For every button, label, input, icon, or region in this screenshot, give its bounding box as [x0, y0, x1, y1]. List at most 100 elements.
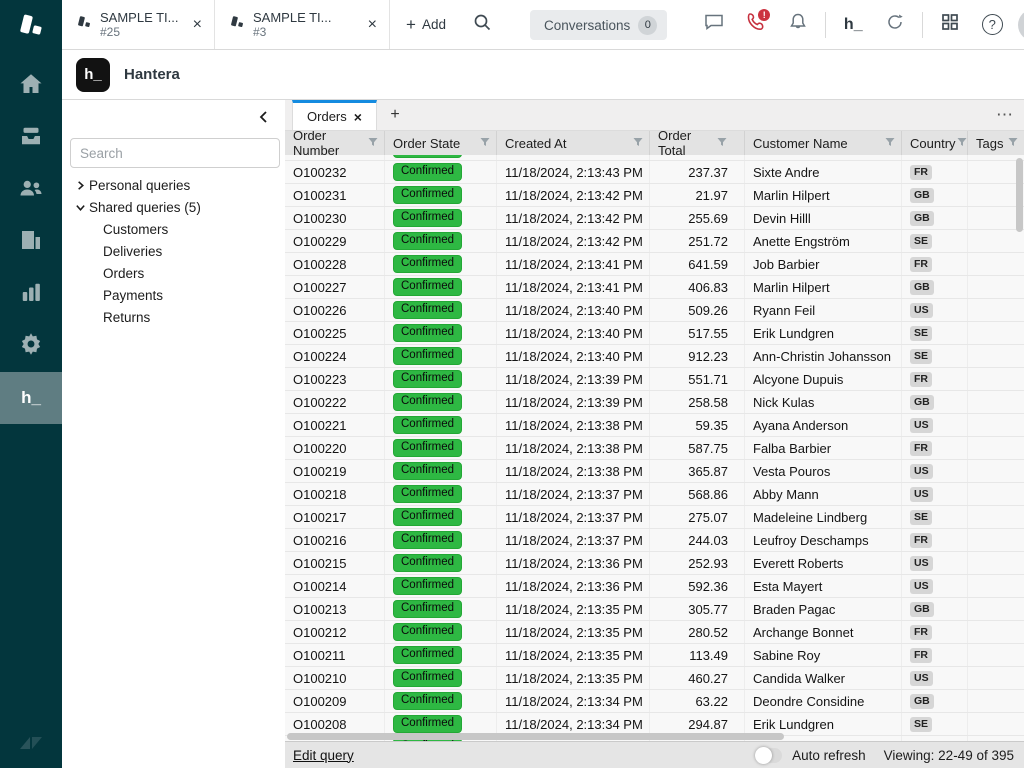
- cell-created-at: 11/18/2024, 2:13:38 PM: [497, 414, 650, 436]
- filter-icon[interactable]: [884, 136, 896, 151]
- filter-icon[interactable]: [716, 136, 728, 151]
- table-row[interactable]: O100223Confirmed11/18/2024, 2:13:39 PM55…: [285, 368, 1024, 391]
- search-button[interactable]: [462, 0, 502, 49]
- notifications-button[interactable]: [779, 0, 817, 50]
- table-row[interactable]: O100215Confirmed11/18/2024, 2:13:36 PM25…: [285, 552, 1024, 575]
- table-row[interactable]: O100216Confirmed11/18/2024, 2:13:37 PM24…: [285, 529, 1024, 552]
- cell-order-total: 406.83: [650, 276, 745, 298]
- state-badge: Confirmed: [393, 485, 462, 503]
- horizontal-scrollbar[interactable]: [287, 733, 784, 740]
- table-row[interactable]: O100212Confirmed11/18/2024, 2:13:35 PM28…: [285, 621, 1024, 644]
- sidebar-item-orders[interactable]: Orders: [62, 262, 285, 284]
- cell-customer-name: Marlin Hilpert: [745, 184, 902, 206]
- rail-views-button[interactable]: [0, 112, 62, 164]
- cell-customer-name: Candida Walker: [745, 667, 902, 689]
- table-row[interactable]: O100224Confirmed11/18/2024, 2:13:40 PM91…: [285, 345, 1024, 368]
- sidebar-item-returns[interactable]: Returns: [62, 306, 285, 328]
- table-row[interactable]: O100209Confirmed11/18/2024, 2:13:34 PM63…: [285, 690, 1024, 713]
- filter-icon[interactable]: [632, 136, 644, 151]
- tree-shared-queries[interactable]: Shared queries (5): [62, 196, 285, 218]
- column-header-country[interactable]: Country: [902, 131, 968, 155]
- cell-customer-name: Esta Mayert: [745, 575, 902, 597]
- sidebar-item-deliveries[interactable]: Deliveries: [62, 240, 285, 262]
- table-row[interactable]: O100218Confirmed11/18/2024, 2:13:37 PM56…: [285, 483, 1024, 506]
- cell-tags: [968, 667, 1024, 689]
- column-header-order-state[interactable]: Order State: [385, 131, 497, 155]
- chat-button[interactable]: [695, 0, 733, 50]
- cell-order-number: O100218: [285, 483, 385, 505]
- cell-order-state: Confirmed: [385, 155, 497, 160]
- column-header-created-at[interactable]: Created At: [497, 131, 650, 155]
- cell-tags: [968, 575, 1024, 597]
- column-header-order-total[interactable]: Order Total: [650, 131, 745, 155]
- table-row[interactable]: O100214Confirmed11/18/2024, 2:13:36 PM59…: [285, 575, 1024, 598]
- rail-hantera-app-button[interactable]: h_: [0, 372, 62, 424]
- cell-customer-name: Ayana Anderson: [745, 414, 902, 436]
- close-icon[interactable]: ×: [364, 16, 381, 34]
- rail-organizations-button[interactable]: [0, 216, 62, 268]
- cell-order-state: Confirmed: [385, 391, 497, 413]
- tree-personal-queries[interactable]: Personal queries: [62, 174, 285, 196]
- edit-query-link[interactable]: Edit query: [293, 748, 354, 763]
- rail-admin-button[interactable]: [0, 320, 62, 372]
- table-row[interactable]: O100226Confirmed11/18/2024, 2:13:40 PM50…: [285, 299, 1024, 322]
- country-badge: GB: [910, 694, 934, 709]
- conversations-button[interactable]: Conversations 0: [530, 10, 667, 40]
- close-icon[interactable]: ×: [189, 16, 206, 34]
- table-row[interactable]: O100220Confirmed11/18/2024, 2:13:38 PM58…: [285, 437, 1024, 460]
- auto-refresh-toggle[interactable]: [755, 748, 782, 763]
- cell-order-number: O100215: [285, 552, 385, 574]
- apps-grid-button[interactable]: [931, 0, 969, 50]
- table-row[interactable]: O100219Confirmed11/18/2024, 2:13:38 PM36…: [285, 460, 1024, 483]
- table-row[interactable]: O100225Confirmed11/18/2024, 2:13:40 PM51…: [285, 322, 1024, 345]
- table-row[interactable]: O100228Confirmed11/18/2024, 2:13:41 PM64…: [285, 253, 1024, 276]
- table-row[interactable]: O100213Confirmed11/18/2024, 2:13:35 PM30…: [285, 598, 1024, 621]
- collapse-panel-button[interactable]: [255, 108, 273, 126]
- overflow-menu-button[interactable]: ⋯: [996, 105, 1014, 125]
- filter-icon[interactable]: [367, 136, 379, 151]
- cell-order-state: Confirmed: [385, 230, 497, 252]
- column-header-order-number[interactable]: Order Number: [285, 131, 385, 155]
- cell-order-total: 255.69: [650, 207, 745, 229]
- table-row[interactable]: O100231Confirmed11/18/2024, 2:13:42 PM21…: [285, 184, 1024, 207]
- cell-country: FR: [902, 437, 968, 459]
- help-button[interactable]: ?: [973, 0, 1011, 50]
- table-row[interactable]: O100227Confirmed11/18/2024, 2:13:41 PM40…: [285, 276, 1024, 299]
- ticket-tab-3[interactable]: SAMPLE TI...#3×: [215, 0, 390, 49]
- product-logo-button[interactable]: h_: [834, 0, 872, 50]
- table-row[interactable]: O100230Confirmed11/18/2024, 2:13:42 PM25…: [285, 207, 1024, 230]
- table-row[interactable]: O100217Confirmed11/18/2024, 2:13:37 PM27…: [285, 506, 1024, 529]
- rail-customers-button[interactable]: [0, 164, 62, 216]
- tab-orders[interactable]: Orders ×: [292, 100, 377, 130]
- table-row[interactable]: O100229Confirmed11/18/2024, 2:13:42 PM25…: [285, 230, 1024, 253]
- column-header-customer-name[interactable]: Customer Name: [745, 131, 902, 155]
- country-badge: SE: [910, 234, 932, 249]
- cell-tags: [968, 644, 1024, 666]
- profile-button[interactable]: [1015, 0, 1024, 50]
- new-query-tab-button[interactable]: +: [377, 100, 413, 130]
- rail-reporting-button[interactable]: [0, 268, 62, 320]
- phone-button[interactable]: !: [737, 0, 775, 50]
- query-search-input[interactable]: [70, 138, 280, 168]
- add-tab-button[interactable]: + Add: [390, 0, 462, 49]
- table-row[interactable]: O100232Confirmed11/18/2024, 2:13:43 PM23…: [285, 161, 1024, 184]
- close-icon[interactable]: ×: [354, 109, 362, 125]
- table-row[interactable]: O100221Confirmed11/18/2024, 2:13:38 PM59…: [285, 414, 1024, 437]
- refresh-button[interactable]: [876, 0, 914, 50]
- sidebar-item-customers[interactable]: Customers: [62, 218, 285, 240]
- ticket-tab-25[interactable]: SAMPLE TI...#25×: [62, 0, 215, 49]
- cell-tags: [968, 368, 1024, 390]
- column-header-tags[interactable]: Tags: [968, 131, 1024, 155]
- table-row[interactable]: O100222Confirmed11/18/2024, 2:13:39 PM25…: [285, 391, 1024, 414]
- cell-order-total: 251.72: [650, 230, 745, 252]
- filter-icon[interactable]: [956, 136, 968, 151]
- vertical-scrollbar[interactable]: [1016, 158, 1023, 232]
- filter-icon[interactable]: [479, 136, 491, 151]
- sidebar-item-payments[interactable]: Payments: [62, 284, 285, 306]
- state-badge: Confirmed: [393, 531, 462, 549]
- topbar-icon-group: ! h_ ?: [695, 0, 1024, 49]
- table-row[interactable]: O100210Confirmed11/18/2024, 2:13:35 PM46…: [285, 667, 1024, 690]
- filter-icon[interactable]: [1007, 136, 1019, 151]
- rail-home-button[interactable]: [0, 60, 62, 112]
- table-row[interactable]: O100211Confirmed11/18/2024, 2:13:35 PM11…: [285, 644, 1024, 667]
